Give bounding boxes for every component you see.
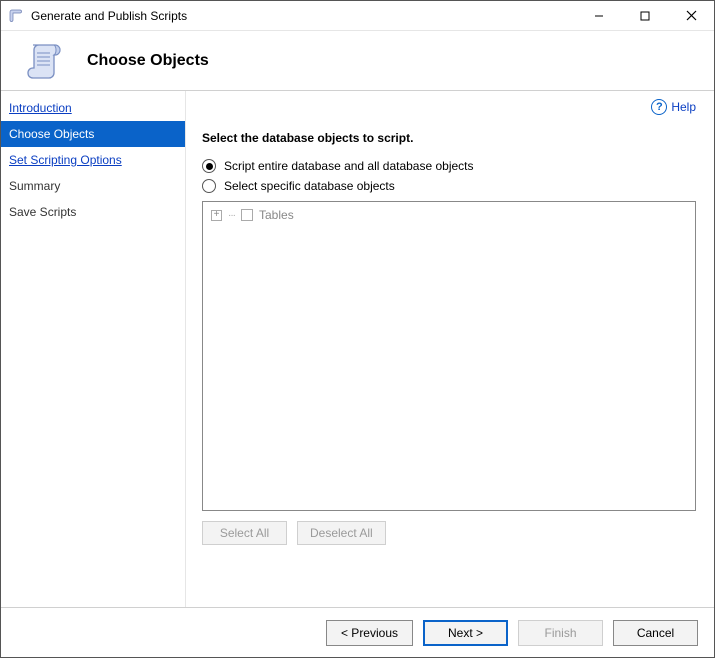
radio-label: Script entire database and all database … bbox=[224, 159, 474, 173]
nav-label: Save Scripts bbox=[9, 205, 76, 219]
nav-item-choose-objects[interactable]: Choose Objects bbox=[1, 121, 185, 147]
expand-icon[interactable]: + bbox=[211, 210, 222, 221]
radio-script-entire[interactable]: Script entire database and all database … bbox=[202, 159, 696, 173]
nav-label: Set Scripting Options bbox=[9, 153, 122, 167]
next-button[interactable]: Next > bbox=[423, 620, 508, 646]
help-link[interactable]: ? Help bbox=[651, 99, 696, 115]
window-title: Generate and Publish Scripts bbox=[31, 9, 187, 23]
selection-buttons: Select All Deselect All bbox=[202, 521, 696, 545]
deselect-all-button: Deselect All bbox=[297, 521, 386, 545]
checkbox[interactable] bbox=[241, 209, 253, 221]
button-label: Cancel bbox=[637, 626, 674, 640]
radio-select-specific[interactable]: Select specific database objects bbox=[202, 179, 696, 193]
nav-item-set-scripting-options[interactable]: Set Scripting Options bbox=[1, 147, 185, 173]
previous-button[interactable]: < Previous bbox=[326, 620, 413, 646]
minimize-button[interactable] bbox=[576, 1, 622, 31]
app-icon bbox=[9, 8, 25, 24]
button-label: Finish bbox=[544, 626, 576, 640]
radio-icon bbox=[202, 159, 216, 173]
button-label: Deselect All bbox=[310, 526, 373, 540]
help-label: Help bbox=[671, 100, 696, 114]
objects-tree[interactable]: + ··· Tables bbox=[202, 201, 696, 511]
button-label: Next > bbox=[448, 626, 483, 640]
help-icon: ? bbox=[651, 99, 667, 115]
nav-item-save-scripts[interactable]: Save Scripts bbox=[1, 199, 185, 225]
wizard-footer: < Previous Next > Finish Cancel bbox=[1, 607, 714, 657]
tree-label: Tables bbox=[259, 208, 294, 222]
close-button[interactable] bbox=[668, 1, 714, 31]
button-label: Select All bbox=[220, 526, 269, 540]
maximize-button[interactable] bbox=[622, 1, 668, 31]
scroll-icon bbox=[21, 37, 69, 85]
nav-item-summary[interactable]: Summary bbox=[1, 173, 185, 199]
nav-label: Summary bbox=[9, 179, 60, 193]
select-all-button: Select All bbox=[202, 521, 287, 545]
wizard-main: ? Help Select the database objects to sc… bbox=[186, 91, 714, 607]
nav-label: Introduction bbox=[9, 101, 72, 115]
radio-icon bbox=[202, 179, 216, 193]
radio-label: Select specific database objects bbox=[224, 179, 395, 193]
title-bar: Generate and Publish Scripts bbox=[1, 1, 714, 31]
button-label: < Previous bbox=[341, 626, 398, 640]
wizard-body: Introduction Choose Objects Set Scriptin… bbox=[1, 91, 714, 607]
wizard-header: Choose Objects bbox=[1, 31, 714, 91]
nav-item-introduction[interactable]: Introduction bbox=[1, 95, 185, 121]
finish-button: Finish bbox=[518, 620, 603, 646]
tree-node-tables[interactable]: + ··· Tables bbox=[211, 208, 687, 222]
page-title: Choose Objects bbox=[87, 52, 209, 70]
tree-connector: ··· bbox=[228, 210, 235, 221]
nav-label: Choose Objects bbox=[9, 127, 94, 141]
wizard-nav: Introduction Choose Objects Set Scriptin… bbox=[1, 91, 186, 607]
cancel-button[interactable]: Cancel bbox=[613, 620, 698, 646]
instruction-text: Select the database objects to script. bbox=[202, 131, 696, 145]
